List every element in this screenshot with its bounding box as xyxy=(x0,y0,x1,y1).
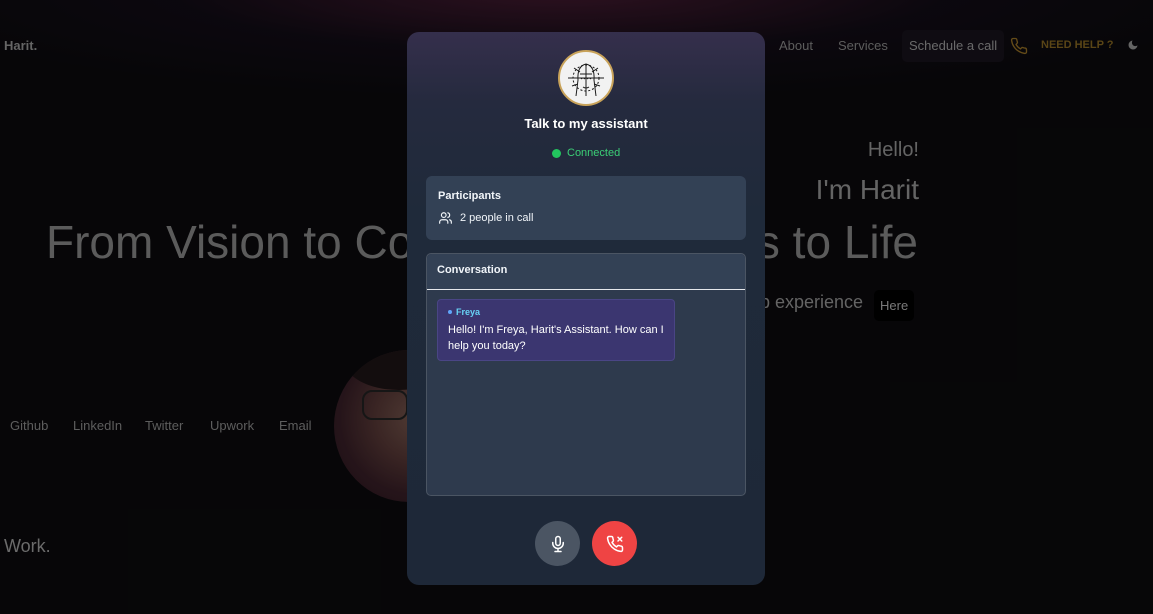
participants-count-text: 2 people in call xyxy=(460,212,534,224)
conversation-panel[interactable]: Conversation Freya Hello! I'm Freya, Har… xyxy=(426,253,746,496)
participants-panel: Participants 2 people in call xyxy=(426,176,746,240)
assistant-message: Freya Hello! I'm Freya, Harit's Assistan… xyxy=(437,299,675,361)
status-text: Connected xyxy=(567,147,621,159)
end-call-button[interactable] xyxy=(592,521,637,566)
microphone-icon xyxy=(551,535,564,552)
assistant-avatar xyxy=(558,50,614,106)
message-sender: Freya xyxy=(448,307,664,317)
participants-count: 2 people in call xyxy=(438,211,533,225)
message-sender-name: Freya xyxy=(456,307,481,317)
mute-microphone-button[interactable] xyxy=(535,521,580,566)
message-text: Hello! I'm Freya, Harit's Assistant. How… xyxy=(448,324,664,352)
status-dot-icon xyxy=(552,148,561,158)
assistant-call-modal: Talk to my assistant Connected Participa… xyxy=(407,32,765,585)
conversation-label: Conversation xyxy=(427,254,745,290)
people-icon xyxy=(439,212,452,224)
participants-label: Participants xyxy=(438,190,501,202)
sender-dot-icon xyxy=(448,310,452,314)
connection-status: Connected xyxy=(552,147,620,159)
modal-title: Talk to my assistant xyxy=(524,116,648,131)
phone-hangup-icon xyxy=(606,535,623,552)
